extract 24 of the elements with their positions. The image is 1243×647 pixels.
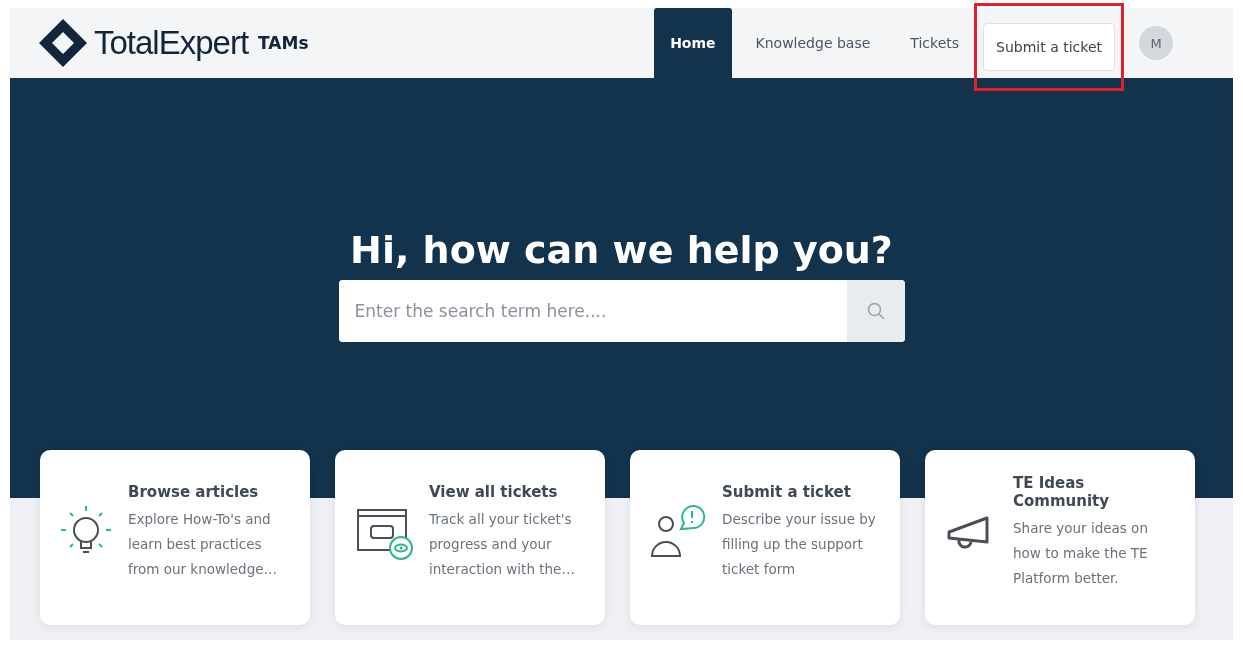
user-avatar[interactable]: M [1139, 26, 1173, 60]
nav-tab[interactable]: Tickets [894, 8, 976, 78]
card-description: Describe your issue by filling up the support ticket form [722, 510, 877, 579]
submit-ticket-button[interactable]: Submit a ticket [983, 23, 1115, 71]
logo-name: TotalExpert [94, 24, 249, 62]
card-description: Share your ideas on how to make the TE Platform better. [1013, 519, 1149, 588]
card-description: Explore How-To's and learn best practices from our knowledge… [128, 510, 279, 579]
card-title: View all tickets [429, 483, 559, 501]
link-card[interactable]: Submit a ticket Describe your issue by filling up the support ticket form [630, 450, 900, 625]
logo-suffix: TAMs [258, 33, 309, 53]
card-title: TE Ideas Community [1013, 474, 1111, 510]
search-icon [866, 302, 885, 320]
card-title: Browse articles [128, 483, 260, 501]
link-card[interactable]: Browse articles Explore How-To's and learn best practices from our knowledge… [40, 450, 310, 625]
nav-tab[interactable]: Home [654, 8, 732, 78]
hero-title: Hi, how can we help you? [350, 228, 893, 272]
card-title: Submit a ticket [722, 483, 852, 501]
search-button[interactable] [846, 280, 905, 342]
nav-tab[interactable]: Knowledge base [739, 8, 887, 78]
card-description: Track all your ticket's progress and your interaction with the… [429, 510, 576, 579]
search-field[interactable]: Enter the search term here.... [338, 280, 905, 342]
link-card[interactable]: View all tickets Track all your ticket's progress and your interaction with the… [335, 450, 605, 625]
logo-icon [38, 18, 88, 68]
link-card[interactable]: TE Ideas Community Share your ideas on how to make the TE Platform better. [925, 450, 1195, 625]
